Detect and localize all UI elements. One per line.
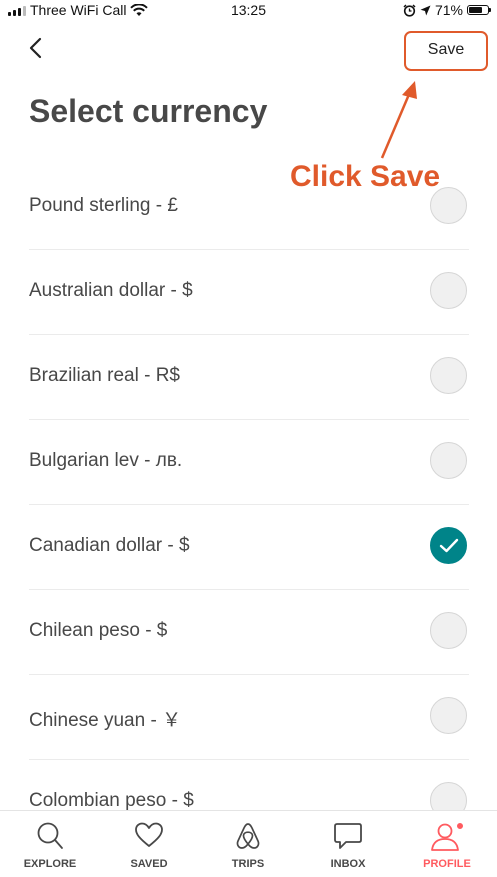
radio-unchecked[interactable] bbox=[430, 612, 467, 649]
status-bar: Three WiFi Call 13:25 71% bbox=[0, 0, 497, 22]
tab-label: PROFILE bbox=[423, 858, 471, 870]
tab-profile[interactable]: PROFILE bbox=[397, 811, 497, 877]
currency-item-australian-dollar[interactable]: Australian dollar - $ bbox=[29, 249, 469, 335]
radio-checked[interactable] bbox=[430, 527, 467, 564]
currency-item-chinese-yuan[interactable]: Chinese yuan - ￥ bbox=[29, 674, 469, 760]
annotation-arrow-icon bbox=[380, 81, 417, 159]
save-button[interactable]: Save bbox=[404, 31, 488, 71]
alarm-icon bbox=[403, 3, 416, 17]
currency-label: Chilean peso - $ bbox=[29, 620, 168, 641]
currency-label: Canadian dollar - $ bbox=[29, 535, 190, 556]
tab-inbox[interactable]: INBOX bbox=[298, 811, 398, 877]
tab-label: TRIPS bbox=[231, 858, 265, 870]
currency-label: Australian dollar - $ bbox=[29, 280, 193, 301]
currency-item-chilean-peso[interactable]: Chilean peso - $ bbox=[29, 589, 469, 675]
search-icon bbox=[37, 822, 63, 849]
currency-label: Brazilian real - R$ bbox=[29, 365, 180, 386]
tab-trips[interactable]: TRIPS bbox=[198, 811, 298, 877]
status-right: 71% bbox=[403, 2, 491, 18]
airbnb-logo-icon bbox=[236, 823, 260, 849]
currency-label: Pound sterling - £ bbox=[29, 195, 178, 216]
currency-item-colombian-peso[interactable]: Colombian peso - $ bbox=[29, 759, 469, 810]
radio-unchecked[interactable] bbox=[430, 357, 467, 394]
currency-label: Colombian peso - $ bbox=[29, 790, 194, 810]
radio-unchecked[interactable] bbox=[430, 782, 467, 810]
tab-saved[interactable]: SAVED bbox=[99, 811, 199, 877]
currency-label: Bulgarian lev - лв. bbox=[29, 450, 183, 471]
checkmark-icon bbox=[439, 538, 459, 553]
currency-list: Pound sterling - £ Australian dollar - $… bbox=[0, 164, 497, 810]
chevron-left-icon bbox=[29, 37, 42, 59]
message-icon bbox=[334, 823, 362, 849]
page-title: Select currency bbox=[29, 93, 268, 129]
radio-unchecked[interactable] bbox=[430, 272, 467, 309]
radio-unchecked[interactable] bbox=[430, 187, 467, 224]
currency-label: Chinese yuan - ￥ bbox=[29, 710, 182, 731]
location-arrow-icon bbox=[420, 5, 431, 15]
bottom-tab-bar: EXPLORE SAVED TRIPS INBOX PROFILE bbox=[0, 810, 497, 877]
tab-label: EXPLORE bbox=[23, 858, 77, 870]
tab-explore[interactable]: EXPLORE bbox=[0, 811, 100, 877]
currency-item-pound-sterling[interactable]: Pound sterling - £ bbox=[29, 164, 469, 250]
currency-item-canadian-dollar[interactable]: Canadian dollar - $ bbox=[29, 504, 469, 590]
heart-icon bbox=[135, 822, 163, 847]
tab-label: INBOX bbox=[330, 858, 366, 870]
battery-percent: 71% bbox=[434, 2, 463, 18]
tab-label: SAVED bbox=[130, 858, 168, 870]
battery-icon bbox=[467, 5, 491, 15]
radio-unchecked[interactable] bbox=[430, 442, 467, 479]
back-button[interactable] bbox=[24, 34, 48, 64]
radio-unchecked[interactable] bbox=[430, 697, 467, 734]
currency-item-brazilian-real[interactable]: Brazilian real - R$ bbox=[29, 334, 469, 420]
profile-icon bbox=[431, 822, 464, 851]
currency-item-bulgarian-lev[interactable]: Bulgarian lev - лв. bbox=[29, 419, 469, 505]
